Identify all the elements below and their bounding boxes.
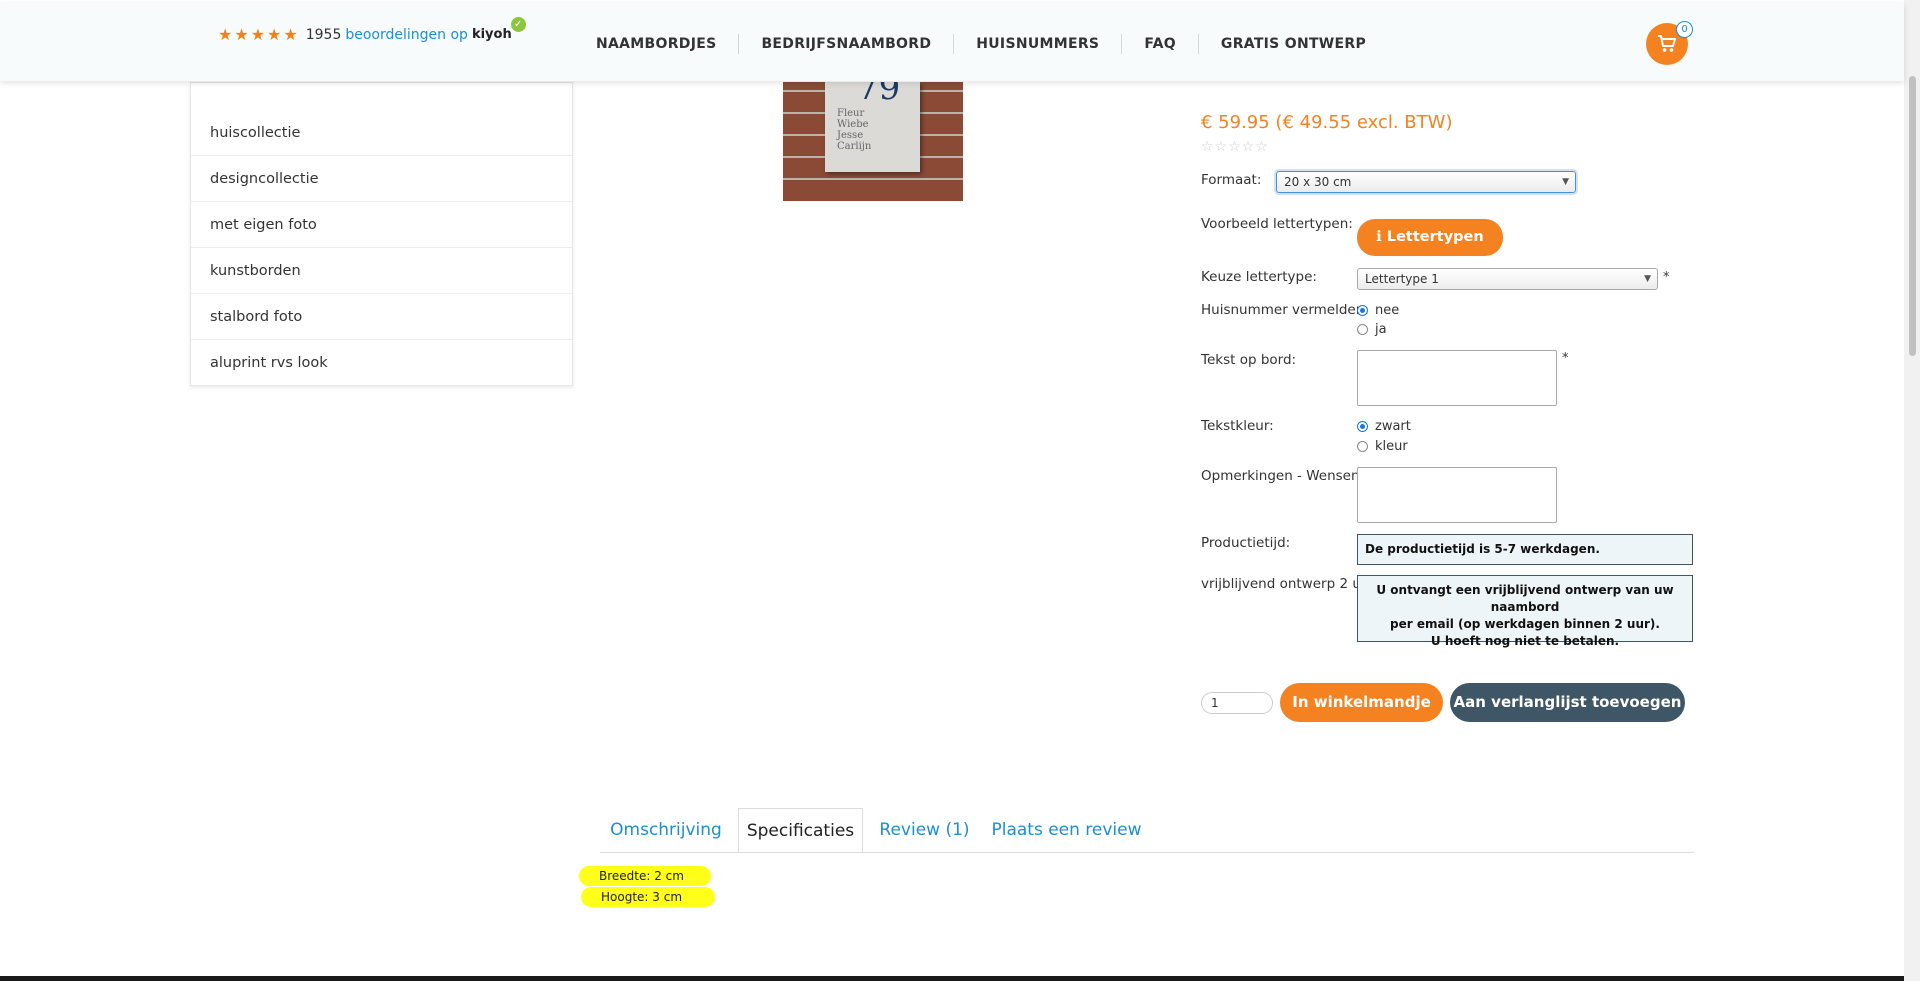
- sidebar-item-kunstborden[interactable]: kunstborden: [191, 248, 572, 294]
- name-plate: 79 Fleur Wiebe Jesse Carlijn: [825, 82, 920, 172]
- scrollbar-thumb[interactable]: [1909, 76, 1916, 356]
- dropdown-arrow-icon: ▼: [1644, 274, 1651, 284]
- kiyoh-logo-text: kiyoh: [471, 27, 512, 42]
- kiyoh-logo[interactable]: kiyoh ✓: [471, 17, 526, 42]
- text-on-plate-input[interactable]: [1357, 350, 1557, 406]
- spec-hoogte: Hoogte: 3 cm: [581, 887, 715, 907]
- cart-count-badge: 0: [1676, 21, 1693, 38]
- cart-icon: [1658, 35, 1676, 52]
- tab-plaats-een-review[interactable]: Plaats een review: [983, 808, 1150, 853]
- color-option-zwart[interactable]: zwart: [1357, 419, 1411, 434]
- required-mark: *: [1562, 351, 1569, 366]
- info-icon: ℹ: [1376, 229, 1387, 245]
- format-select[interactable]: 20 x 30 cm ▼: [1276, 171, 1576, 193]
- tab-review[interactable]: Review (1): [873, 808, 976, 853]
- free-design-line-3: U hoeft nog niet te betalen.: [1430, 634, 1620, 648]
- main-nav: NAAMBORDJES BEDRIJFSNAAMBORD HUISNUMMERS…: [574, 34, 1388, 54]
- reviews-link[interactable]: beoordelingen op: [345, 27, 468, 43]
- radio-zwart[interactable]: [1357, 421, 1368, 432]
- text-label: Tekst op bord:: [1201, 352, 1297, 368]
- font-select[interactable]: Lettertype 1 ▼: [1357, 268, 1658, 290]
- production-time-box: De productietijd is 5-7 werkdagen.: [1357, 534, 1693, 565]
- sidebar-item-huiscollectie[interactable]: huiscollectie: [191, 110, 572, 156]
- nav-gratis-ontwerp[interactable]: GRATIS ONTWERP: [1197, 34, 1388, 54]
- production-label: Productietijd:: [1201, 535, 1291, 551]
- product-image[interactable]: 79 Fleur Wiebe Jesse Carlijn: [783, 82, 963, 201]
- tab-divider: [600, 852, 1694, 853]
- rating-stars: ★★★★★: [218, 25, 300, 44]
- sidebar-item-stalbord-foto[interactable]: stalbord foto: [191, 294, 572, 340]
- plate-name-4: Carlijn: [837, 141, 872, 152]
- radio-zwart-label: zwart: [1375, 419, 1411, 434]
- radio-nee[interactable]: [1357, 305, 1368, 316]
- free-design-box: U ontvangt een vrijblijvend ontwerp van …: [1357, 575, 1693, 648]
- lettertypen-button-label: Lettertypen: [1386, 229, 1484, 245]
- tab-omschrijving[interactable]: Omschrijving: [604, 808, 728, 853]
- product-price: € 59.95 (€ 49.55 excl. BTW): [1201, 112, 1453, 133]
- radio-ja[interactable]: [1357, 324, 1368, 335]
- format-label: Formaat:: [1201, 172, 1262, 188]
- check-icon: ✓: [510, 17, 526, 32]
- design-label: vrijblijvend ontwerp 2 uur: [1201, 576, 1375, 592]
- radio-kleur[interactable]: [1357, 441, 1368, 452]
- quantity-input[interactable]: 1: [1201, 692, 1273, 714]
- review-count: 1955: [305, 26, 342, 43]
- spec-breedte: Breedte: 2 cm: [579, 866, 711, 886]
- free-design-line-1: U ontvangt een vrijblijvend ontwerp van …: [1376, 583, 1674, 614]
- font-choice-label: Keuze lettertype:: [1201, 269, 1317, 285]
- required-mark: *: [1663, 270, 1670, 285]
- sidebar-item-designcollectie[interactable]: designcollectie: [191, 156, 572, 202]
- tab-specificaties[interactable]: Specificaties: [738, 808, 863, 853]
- house-number-option-ja[interactable]: ja: [1357, 322, 1387, 337]
- plate-number: 79: [857, 82, 901, 108]
- category-sidebar: huiscollectie designcollectie met eigen …: [190, 82, 573, 386]
- review-stars[interactable]: ☆☆☆☆☆: [1201, 139, 1269, 155]
- radio-kleur-label: kleur: [1375, 439, 1408, 454]
- format-select-value: 20 x 30 cm: [1284, 175, 1352, 189]
- house-number-label: Huisnummer vermelden:: [1201, 302, 1369, 318]
- radio-nee-label: nee: [1375, 303, 1400, 318]
- font-select-value: Lettertype 1: [1365, 272, 1439, 286]
- remarks-label: Opmerkingen - Wensen: [1201, 468, 1360, 484]
- add-to-wishlist-button[interactable]: Aan verlanglijst toevoegen: [1450, 683, 1685, 722]
- dropdown-arrow-icon: ▼: [1562, 177, 1569, 187]
- production-time-text: De productietijd is 5-7 werkdagen.: [1365, 542, 1600, 556]
- lettertypen-button[interactable]: ℹ Lettertypen: [1357, 219, 1503, 256]
- plate-name-3: Jesse: [837, 130, 864, 141]
- remarks-input[interactable]: [1357, 467, 1557, 523]
- nav-naambordjes[interactable]: NAAMBORDJES: [574, 34, 738, 54]
- sidebar-item-met-eigen-foto[interactable]: met eigen foto: [191, 202, 572, 248]
- sidebar-item-aluprint-rvs-look[interactable]: aluprint rvs look: [191, 340, 572, 386]
- house-number-option-nee[interactable]: nee: [1357, 303, 1399, 318]
- font-preview-label: Voorbeeld lettertypen:: [1201, 216, 1353, 232]
- plate-name-1: Fleur: [837, 108, 865, 119]
- text-color-label: Tekstkleur:: [1201, 418, 1274, 434]
- kiyoh-rating[interactable]: ★★★★★ 1955 beoordelingen op kiyoh ✓: [218, 17, 526, 44]
- free-design-line-2: per email (op werkdagen binnen 2 uur).: [1390, 617, 1660, 631]
- site-header: ★★★★★ 1955 beoordelingen op kiyoh ✓ NAAMB…: [0, 3, 1904, 81]
- nav-huisnummers[interactable]: HUISNUMMERS: [953, 34, 1121, 54]
- add-to-cart-button[interactable]: In winkelmandje: [1280, 683, 1443, 722]
- plate-names: Fleur Wiebe Jesse Carlijn: [837, 108, 871, 152]
- color-option-kleur[interactable]: kleur: [1357, 439, 1408, 454]
- bottom-strip: [0, 976, 1904, 981]
- radio-ja-label: ja: [1375, 322, 1387, 337]
- nav-faq[interactable]: FAQ: [1121, 34, 1198, 54]
- nav-bedrijfsnaambord[interactable]: BEDRIJFSNAAMBORD: [738, 34, 953, 54]
- plate-name-2: Wiebe: [837, 119, 869, 130]
